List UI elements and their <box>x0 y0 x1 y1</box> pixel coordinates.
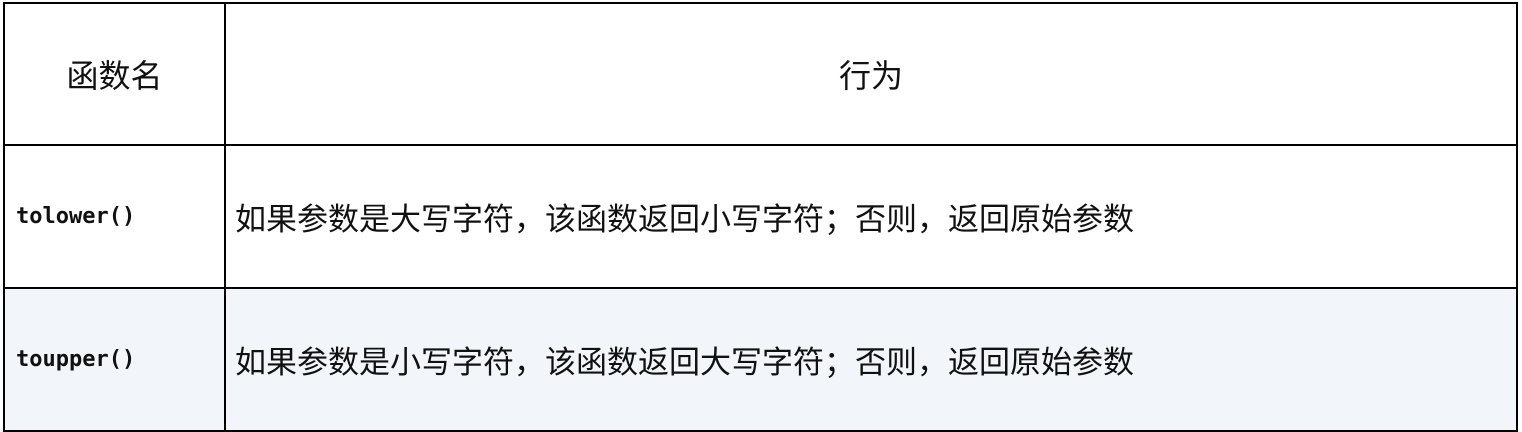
function-table-container: 函数名 行为 tolower() 如果参数是大写字符，该函数返回小写字符；否则，… <box>3 2 1518 432</box>
behavior-cell: 如果参数是小写字符，该函数返回大写字符；否则，返回原始参数 <box>224 287 1518 432</box>
function-table: 函数名 行为 tolower() 如果参数是大写字符，该函数返回小写字符；否则，… <box>3 2 1518 432</box>
function-name-cell: tolower() <box>3 144 226 289</box>
table-row: tolower() 如果参数是大写字符，该函数返回小写字符；否则，返回原始参数 <box>3 144 1518 289</box>
header-function-name: 函数名 <box>3 2 226 146</box>
header-behavior: 行为 <box>224 2 1518 146</box>
table-header-row: 函数名 行为 <box>3 2 1518 146</box>
table-row: toupper() 如果参数是小写字符，该函数返回大写字符；否则，返回原始参数 <box>3 287 1518 432</box>
function-name-cell: toupper() <box>3 287 226 432</box>
behavior-cell: 如果参数是大写字符，该函数返回小写字符；否则，返回原始参数 <box>224 144 1518 289</box>
